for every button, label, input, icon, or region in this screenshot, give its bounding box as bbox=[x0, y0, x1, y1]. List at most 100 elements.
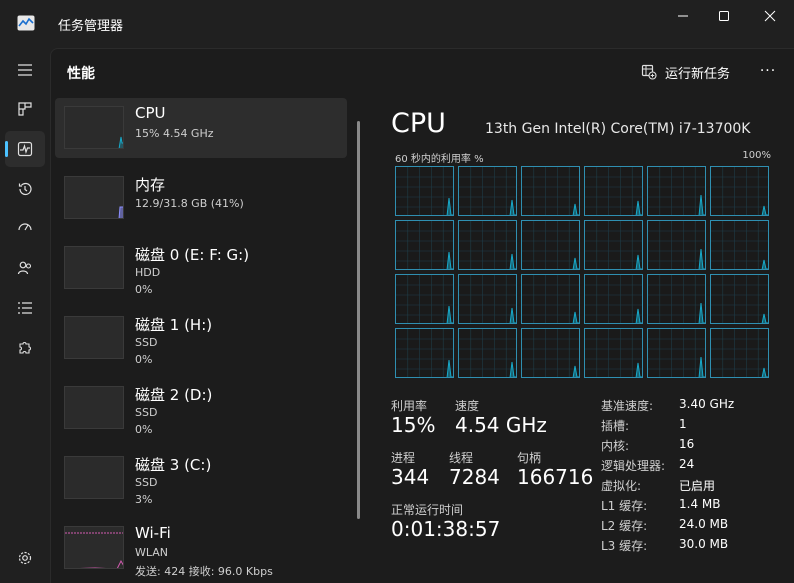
logical-processor-graph bbox=[584, 328, 643, 378]
logical-processor-graph bbox=[458, 328, 517, 378]
minimize-button[interactable] bbox=[663, 4, 703, 28]
settings-gear-icon bbox=[18, 551, 32, 565]
logical-processor-graph bbox=[458, 274, 517, 324]
nav-startup-apps[interactable] bbox=[5, 210, 45, 246]
uptime-label: 正常运行时间 bbox=[391, 503, 464, 517]
active-indicator bbox=[5, 141, 8, 157]
spec-value: 3.40 GHz bbox=[679, 397, 735, 411]
spec-value: 16 bbox=[679, 437, 695, 451]
nav-details[interactable] bbox=[5, 290, 45, 326]
spec-label: 内核: bbox=[601, 439, 630, 453]
details-list-icon bbox=[18, 302, 32, 314]
device-usage: 发送: 424 接收: 96.0 Kbps bbox=[135, 565, 273, 578]
device-usage: 0% bbox=[135, 353, 153, 366]
threads-value: 7284 bbox=[449, 465, 500, 489]
spec-value: 1 bbox=[679, 417, 687, 431]
logical-processor-graph bbox=[584, 274, 643, 324]
device-item-disk[interactable]: 磁盘 0 (E: F: G:) HDD 0% bbox=[55, 238, 347, 298]
device-usage: 3% bbox=[135, 493, 153, 506]
close-button[interactable] bbox=[750, 4, 790, 28]
uptime-value: 0:01:38:57 bbox=[391, 517, 501, 541]
disk-mini-graph bbox=[64, 316, 124, 359]
logical-processor-graph bbox=[521, 328, 580, 378]
device-item-cpu[interactable]: CPU 15% 4.54 GHz bbox=[55, 98, 347, 158]
device-name: 磁盘 3 (C:) bbox=[135, 456, 212, 474]
nav-settings[interactable] bbox=[5, 540, 45, 576]
startup-icon bbox=[18, 223, 32, 231]
performance-page: 性能 运行新任务 ··· CPU 15% 4.54 GHz 内存 12.9/31.8 … bbox=[50, 48, 794, 583]
task-manager-icon bbox=[17, 15, 35, 31]
speed-value: 4.54 GHz bbox=[455, 413, 547, 437]
services-puzzle-icon bbox=[19, 342, 31, 354]
device-item-mem[interactable]: 内存 12.9/31.8 GB (41%) bbox=[55, 168, 347, 228]
page-title: 性能 bbox=[67, 66, 95, 82]
logical-processor-graph bbox=[395, 166, 454, 216]
cpu-mini-graph bbox=[64, 106, 124, 149]
disk-mini-graph bbox=[64, 386, 124, 429]
run-new-task-button[interactable]: 运行新任务 bbox=[641, 61, 730, 83]
close-icon bbox=[764, 10, 776, 22]
nav-performance[interactable] bbox=[5, 131, 45, 167]
more-options-button[interactable]: ··· bbox=[756, 59, 780, 83]
logical-processor-graph bbox=[647, 220, 706, 270]
spec-label: 基准速度: bbox=[601, 399, 654, 413]
device-list-scrollbar[interactable] bbox=[357, 121, 360, 519]
maximize-button[interactable] bbox=[704, 4, 744, 28]
app-title: 任务管理器 bbox=[58, 19, 124, 34]
logical-processor-graph bbox=[521, 166, 580, 216]
device-subtitle: SSD bbox=[135, 406, 158, 419]
utilization-label: 利用率 bbox=[391, 399, 428, 413]
logical-processor-graph bbox=[458, 166, 517, 216]
title-bar: 任务管理器 bbox=[0, 0, 794, 48]
spec-label: L1 缓存: bbox=[601, 499, 648, 513]
device-item-disk[interactable]: 磁盘 3 (C:) SSD 3% bbox=[55, 448, 347, 508]
logical-processor-graph bbox=[710, 328, 769, 378]
spec-value: 24.0 MB bbox=[679, 517, 729, 531]
cpu-model-name: 13th Gen Intel(R) Core(TM) i7-13700K bbox=[485, 121, 751, 137]
hamburger-menu-button[interactable] bbox=[5, 52, 45, 88]
spec-value: 30.0 MB bbox=[679, 537, 729, 551]
history-icon bbox=[18, 182, 32, 196]
spec-label: 插槽: bbox=[601, 419, 630, 433]
processes-icon bbox=[18, 102, 32, 116]
performance-icon bbox=[17, 141, 33, 157]
maximize-icon bbox=[719, 11, 729, 21]
device-subtitle: 15% 4.54 GHz bbox=[135, 127, 214, 140]
wifi-mini-graph bbox=[64, 526, 124, 569]
logical-processor-graph bbox=[647, 166, 706, 216]
device-usage: 0% bbox=[135, 283, 153, 296]
device-item-wifi[interactable]: Wi-Fi WLAN 发送: 424 接收: 96.0 Kbps bbox=[55, 518, 347, 578]
nav-processes[interactable] bbox=[5, 91, 45, 127]
graph-caption: 60 秒内的利用率 % bbox=[395, 154, 484, 165]
logical-processor-graph bbox=[521, 220, 580, 270]
speed-label: 速度 bbox=[455, 399, 480, 413]
device-subtitle: SSD bbox=[135, 336, 158, 349]
graph-max-label: 100% bbox=[742, 150, 771, 161]
device-subtitle: WLAN bbox=[135, 546, 169, 559]
hamburger-icon bbox=[18, 64, 32, 76]
nav-users[interactable] bbox=[5, 250, 45, 286]
handles-label: 句柄 bbox=[517, 451, 542, 465]
disk-mini-graph bbox=[64, 456, 124, 499]
device-name: 磁盘 0 (E: F: G:) bbox=[135, 246, 250, 264]
threads-label: 线程 bbox=[449, 451, 474, 465]
logical-processor-graph bbox=[647, 328, 706, 378]
spec-value: 24 bbox=[679, 457, 695, 471]
device-item-disk[interactable]: 磁盘 1 (H:) SSD 0% bbox=[55, 308, 347, 368]
minimize-icon bbox=[678, 15, 688, 17]
cpu-heading: CPU bbox=[391, 108, 446, 139]
device-name: 内存 bbox=[135, 176, 166, 194]
spec-label: 逻辑处理器: bbox=[601, 459, 666, 473]
device-item-disk[interactable]: 磁盘 2 (D:) SSD 0% bbox=[55, 378, 347, 438]
device-subtitle: 12.9/31.8 GB (41%) bbox=[135, 197, 244, 210]
processes-value: 344 bbox=[391, 465, 430, 489]
mem-mini-graph bbox=[64, 176, 124, 219]
spec-value: 1.4 MB bbox=[679, 497, 721, 511]
logical-processor-graph bbox=[395, 220, 454, 270]
nav-app-history[interactable] bbox=[5, 171, 45, 207]
device-name: 磁盘 2 (D:) bbox=[135, 386, 213, 404]
spec-value: 已启用 bbox=[679, 479, 716, 493]
nav-services[interactable] bbox=[5, 330, 45, 366]
run-new-task-label: 运行新任务 bbox=[665, 66, 731, 82]
device-name: 磁盘 1 (H:) bbox=[135, 316, 213, 334]
